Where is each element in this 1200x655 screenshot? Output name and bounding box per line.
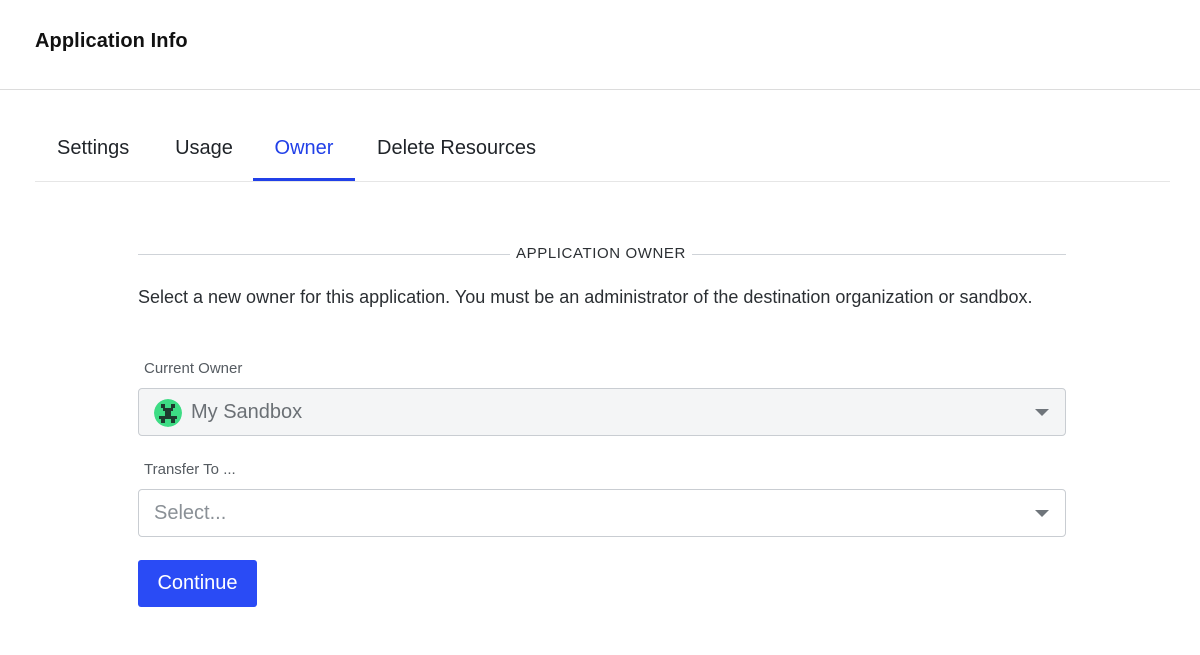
divider-line-right bbox=[692, 254, 1066, 255]
transfer-to-select[interactable]: Select... bbox=[138, 489, 1066, 537]
continue-button[interactable]: Continue bbox=[138, 560, 257, 607]
current-owner-value: My Sandbox bbox=[191, 401, 303, 423]
tab-bar: Settings Usage Owner Delete Resources bbox=[35, 118, 1170, 182]
divider-line-left bbox=[138, 254, 510, 255]
transfer-to-label: Transfer To ... bbox=[144, 461, 236, 478]
page-title: Application Info bbox=[35, 30, 188, 52]
sandbox-avatar-icon bbox=[154, 399, 182, 427]
tab-owner[interactable]: Owner bbox=[253, 118, 355, 181]
tab-settings[interactable]: Settings bbox=[35, 118, 153, 181]
tab-usage[interactable]: Usage bbox=[153, 118, 253, 181]
owner-description: Select a new owner for this application.… bbox=[138, 287, 1033, 307]
section-title: APPLICATION OWNER bbox=[516, 245, 686, 262]
current-owner-label: Current Owner bbox=[144, 360, 243, 377]
section-divider: APPLICATION OWNER bbox=[138, 240, 1066, 270]
transfer-to-placeholder: Select... bbox=[154, 502, 227, 524]
application-owner-section: APPLICATION OWNER Select a new owner for… bbox=[138, 240, 1066, 607]
tab-delete-resources[interactable]: Delete Resources bbox=[355, 118, 565, 181]
chevron-down-icon[interactable] bbox=[1035, 510, 1049, 517]
current-owner-select: My Sandbox bbox=[138, 388, 1066, 436]
page-header: Application Info bbox=[0, 0, 1200, 90]
chevron-down-icon bbox=[1035, 409, 1049, 416]
